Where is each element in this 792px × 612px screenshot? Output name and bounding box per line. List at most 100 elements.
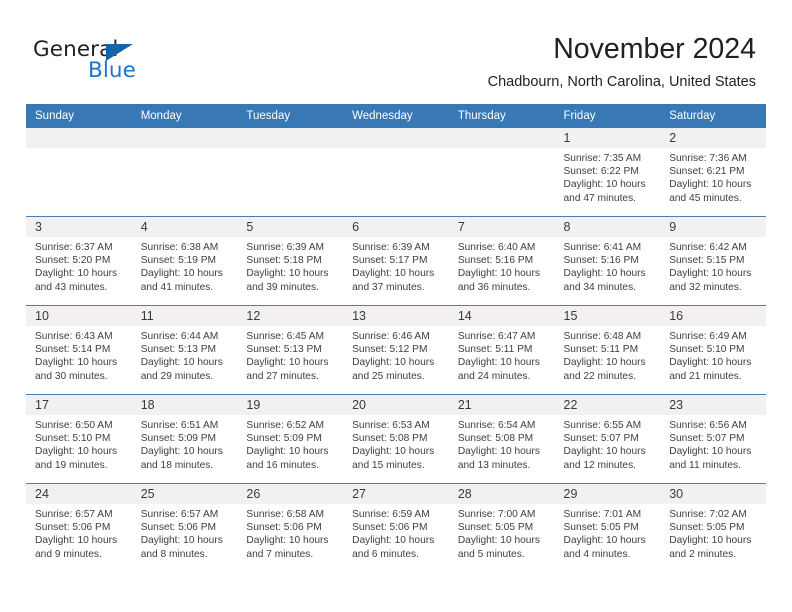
calendar-day-cell[interactable]: 20 Sunrise: 6:53 AM Sunset: 5:08 PM Dayligh… bbox=[343, 394, 449, 484]
day-cell-inner: 10 Sunrise: 6:43 AM Sunset: 5:14 PM Dayligh… bbox=[26, 306, 132, 394]
calendar-day-cell[interactable]: 18 Sunrise: 6:51 AM Sunset: 5:09 PM Dayligh… bbox=[131, 394, 238, 484]
daylight-text-line1: Daylight: 10 hours bbox=[140, 268, 223, 280]
day-number: 25 bbox=[131, 484, 238, 504]
sunrise-text: Sunrise: 6:39 AM bbox=[352, 242, 430, 253]
daylight-text-line1: Daylight: 10 hours bbox=[457, 357, 540, 369]
sunset-text: Sunset: 5:05 PM bbox=[457, 522, 534, 534]
daylight-text-line2: and 5 minutes. bbox=[457, 548, 525, 560]
daylight-text-line1: Daylight: 10 hours bbox=[669, 179, 752, 191]
day-number: 14 bbox=[448, 306, 555, 326]
calendar-day-cell[interactable]: 24 Sunrise: 6:57 AM Sunset: 5:06 PM Dayligh… bbox=[26, 483, 132, 572]
calendar-day-cell[interactable]: 21 Sunrise: 6:54 AM Sunset: 5:08 PM Dayligh… bbox=[448, 394, 555, 484]
day-cell-inner: 20 Sunrise: 6:53 AM Sunset: 5:08 PM Dayligh… bbox=[343, 395, 449, 483]
day-number: 8 bbox=[554, 217, 661, 237]
sunset-text: Sunset: 6:22 PM bbox=[563, 166, 639, 178]
day-cell-inner: 5 Sunrise: 6:39 AM Sunset: 5:18 PM Daylight… bbox=[237, 217, 344, 305]
calendar-day-cell[interactable]: 7 Sunrise: 6:40 AM Sunset: 5:16 PM Daylight… bbox=[448, 216, 555, 306]
calendar-day-cell[interactable]: 13 Sunrise: 6:46 AM Sunset: 5:12 PM Dayligh… bbox=[343, 305, 449, 395]
calendar-day-cell[interactable]: 27 Sunrise: 6:59 AM Sunset: 5:06 PM Dayligh… bbox=[343, 483, 449, 572]
sunrise-text: Sunrise: 6:52 AM bbox=[246, 420, 324, 431]
day-number: 5 bbox=[237, 217, 344, 237]
sunset-text: Sunset: 5:19 PM bbox=[140, 255, 217, 267]
daylight-text-line2: and 24 minutes. bbox=[457, 370, 531, 382]
day-number: 12 bbox=[237, 306, 344, 326]
calendar-day-cell[interactable]: 12 Sunrise: 6:45 AM Sunset: 5:13 PM Dayligh… bbox=[237, 305, 344, 395]
calendar-day-cell-empty bbox=[26, 128, 132, 217]
day-number: 3 bbox=[26, 217, 132, 237]
sunset-text: Sunset: 5:15 PM bbox=[669, 255, 745, 267]
calendar-day-cell[interactable]: 10 Sunrise: 6:43 AM Sunset: 5:14 PM Dayligh… bbox=[26, 305, 132, 395]
calendar-day-cell[interactable]: 16 Sunrise: 6:49 AM Sunset: 5:10 PM Dayligh… bbox=[660, 305, 766, 395]
calendar-day-cell[interactable]: 8 Sunrise: 6:41 AM Sunset: 5:16 PM Daylight… bbox=[554, 216, 661, 306]
daylight-text-line2: and 43 minutes. bbox=[35, 281, 108, 293]
day-details: Sunrise: 6:53 AM Sunset: 5:08 PM Daylight:… bbox=[343, 415, 449, 472]
sunrise-text: Sunrise: 6:49 AM bbox=[669, 331, 747, 342]
calendar-day-cell[interactable]: 15 Sunrise: 6:48 AM Sunset: 5:11 PM Dayligh… bbox=[554, 305, 661, 395]
sunrise-text: Sunrise: 6:53 AM bbox=[352, 420, 430, 431]
daylight-text-line2: and 25 minutes. bbox=[352, 370, 425, 382]
sunset-text: Sunset: 5:08 PM bbox=[352, 433, 428, 445]
day-number: 21 bbox=[448, 395, 555, 415]
day-cell-inner: 24 Sunrise: 6:57 AM Sunset: 5:06 PM Dayligh… bbox=[26, 484, 132, 572]
day-cell-inner: 17 Sunrise: 6:50 AM Sunset: 5:10 PM Dayligh… bbox=[26, 395, 132, 483]
daylight-text-line1: Daylight: 10 hours bbox=[35, 535, 118, 547]
daylight-text-line2: and 7 minutes. bbox=[246, 548, 314, 560]
sunrise-text: Sunrise: 6:43 AM bbox=[35, 331, 113, 342]
daylight-text-line1: Daylight: 10 hours bbox=[35, 357, 118, 369]
day-cell-inner: 1 Sunrise: 7:35 AM Sunset: 6:22 PM Daylight… bbox=[554, 128, 661, 216]
day-details: Sunrise: 6:59 AM Sunset: 5:06 PM Daylight:… bbox=[343, 504, 449, 561]
calendar-day-cell[interactable]: 17 Sunrise: 6:50 AM Sunset: 5:10 PM Dayligh… bbox=[26, 394, 132, 484]
day-details: Sunrise: 6:43 AM Sunset: 5:14 PM Daylight:… bbox=[26, 326, 132, 383]
day-cell-inner: 2 Sunrise: 7:36 AM Sunset: 6:21 PM Daylight… bbox=[660, 128, 766, 216]
sunset-text: Sunset: 5:05 PM bbox=[669, 522, 745, 534]
calendar-day-cell[interactable]: 6 Sunrise: 6:39 AM Sunset: 5:17 PM Daylight… bbox=[343, 216, 449, 306]
calendar-day-cell[interactable]: 28 Sunrise: 7:00 AM Sunset: 5:05 PM Dayligh… bbox=[448, 483, 555, 572]
calendar-day-cell-empty bbox=[343, 128, 449, 217]
sunrise-text: Sunrise: 7:00 AM bbox=[457, 509, 536, 520]
calendar-day-cell[interactable]: 4 Sunrise: 6:38 AM Sunset: 5:19 PM Daylight… bbox=[131, 216, 238, 306]
calendar-day-cell[interactable]: 25 Sunrise: 6:57 AM Sunset: 5:06 PM Dayligh… bbox=[131, 483, 238, 572]
day-details: Sunrise: 6:54 AM Sunset: 5:08 PM Daylight:… bbox=[449, 415, 555, 472]
calendar-day-cell[interactable]: 19 Sunrise: 6:52 AM Sunset: 5:09 PM Dayligh… bbox=[237, 394, 344, 484]
daylight-text-line2: and 19 minutes. bbox=[35, 459, 108, 471]
calendar-day-cell[interactable]: 14 Sunrise: 6:47 AM Sunset: 5:11 PM Dayligh… bbox=[448, 305, 555, 395]
day-number: 19 bbox=[237, 395, 344, 415]
sunset-text: Sunset: 5:06 PM bbox=[352, 522, 428, 534]
sunset-text: Sunset: 5:13 PM bbox=[140, 344, 217, 356]
day-cell-inner: 9 Sunrise: 6:42 AM Sunset: 5:15 PM Daylight… bbox=[660, 217, 766, 305]
calendar-day-cell[interactable]: 3 Sunrise: 6:37 AM Sunset: 5:20 PM Daylight… bbox=[26, 216, 132, 306]
daylight-text-line2: and 9 minutes. bbox=[35, 548, 102, 560]
calendar-day-cell[interactable]: 30 Sunrise: 7:02 AM Sunset: 5:05 PM Dayligh… bbox=[660, 483, 766, 572]
calendar-day-cell[interactable]: 2 Sunrise: 7:36 AM Sunset: 6:21 PM Daylight… bbox=[660, 128, 766, 217]
calendar-day-cell[interactable]: 26 Sunrise: 6:58 AM Sunset: 5:06 PM Dayligh… bbox=[237, 483, 344, 572]
day-details: Sunrise: 6:39 AM Sunset: 5:18 PM Daylight:… bbox=[237, 237, 343, 294]
daylight-text-line2: and 2 minutes. bbox=[669, 548, 737, 560]
calendar-day-cell[interactable]: 29 Sunrise: 7:01 AM Sunset: 5:05 PM Dayligh… bbox=[554, 483, 661, 572]
day-details: Sunrise: 6:44 AM Sunset: 5:13 PM Daylight:… bbox=[132, 326, 238, 383]
day-number: 16 bbox=[660, 306, 766, 326]
day-cell-inner: 8 Sunrise: 6:41 AM Sunset: 5:16 PM Daylight… bbox=[554, 217, 661, 305]
day-details: Sunrise: 6:50 AM Sunset: 5:10 PM Daylight:… bbox=[26, 415, 132, 472]
sunset-text: Sunset: 6:21 PM bbox=[669, 166, 745, 178]
calendar-day-cell[interactable]: 23 Sunrise: 6:56 AM Sunset: 5:07 PM Dayligh… bbox=[660, 394, 766, 484]
daylight-text-line1: Daylight: 10 hours bbox=[246, 268, 329, 280]
day-number: 10 bbox=[26, 306, 132, 326]
weekday-header-monday: Monday bbox=[131, 104, 238, 128]
day-cell-inner: 14 Sunrise: 6:47 AM Sunset: 5:11 PM Dayligh… bbox=[448, 306, 555, 394]
calendar-day-cell[interactable]: 22 Sunrise: 6:55 AM Sunset: 5:07 PM Dayligh… bbox=[554, 394, 661, 484]
daylight-text-line1: Daylight: 10 hours bbox=[563, 446, 646, 458]
daylight-text-line1: Daylight: 10 hours bbox=[35, 446, 118, 458]
calendar-day-cell[interactable]: 9 Sunrise: 6:42 AM Sunset: 5:15 PM Daylight… bbox=[660, 216, 766, 306]
day-number: 26 bbox=[237, 484, 344, 504]
sunrise-sunset-calendar: Sunday Monday Tuesday Wednesday Thursday Frid… bbox=[26, 104, 766, 572]
day-cell-inner: 21 Sunrise: 6:54 AM Sunset: 5:08 PM Dayligh… bbox=[448, 395, 555, 483]
daylight-text-line2: and 12 minutes. bbox=[563, 459, 637, 471]
calendar-day-cell[interactable]: 5 Sunrise: 6:39 AM Sunset: 5:18 PM Daylight… bbox=[237, 216, 344, 306]
daylight-text-line1: Daylight: 10 hours bbox=[563, 268, 646, 280]
calendar-day-cell[interactable]: 11 Sunrise: 6:44 AM Sunset: 5:13 PM Dayligh… bbox=[131, 305, 238, 395]
calendar-day-cell[interactable]: 1 Sunrise: 7:35 AM Sunset: 6:22 PM Daylight… bbox=[554, 128, 661, 217]
general-blue-logo[interactable]: General Blue bbox=[33, 39, 203, 87]
sunset-text: Sunset: 5:06 PM bbox=[140, 522, 217, 534]
day-details: Sunrise: 6:51 AM Sunset: 5:09 PM Daylight:… bbox=[132, 415, 238, 472]
daylight-text-line2: and 29 minutes. bbox=[140, 370, 214, 382]
